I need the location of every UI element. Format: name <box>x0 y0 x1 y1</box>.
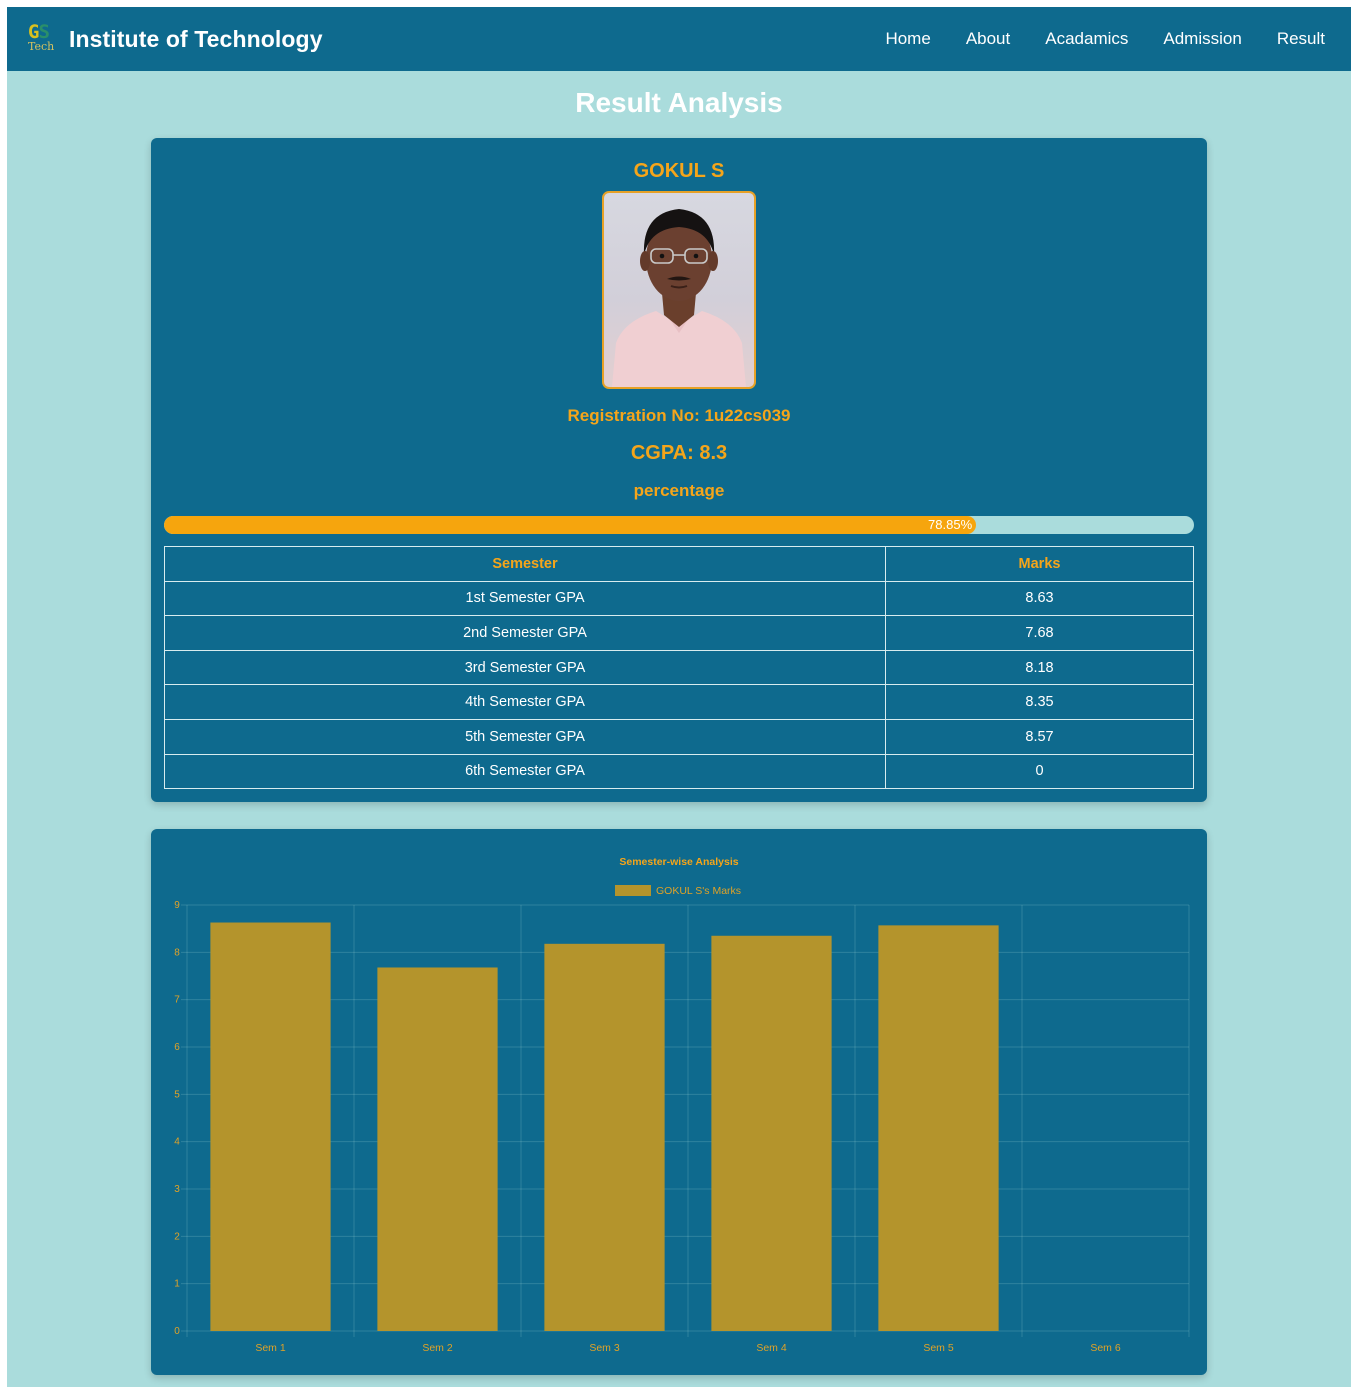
x-tick-label: Sem 6 <box>1090 1342 1121 1354</box>
cgpa-value: CGPA: 8.3 <box>630 442 728 464</box>
marks-cell: 8.18 <box>885 649 1194 686</box>
marks-cell: 0 <box>885 753 1194 790</box>
nav-link-about[interactable]: About <box>966 29 1010 49</box>
student-portrait <box>612 209 746 387</box>
student-photo <box>602 191 756 389</box>
logo-subtext: Tech <box>28 40 55 53</box>
marks-table: Semester Marks 1st Semester GPA 8.63 2nd… <box>164 546 1194 790</box>
chart-title: Semester-wise Analysis <box>619 856 738 868</box>
bar-sem-4[interactable] <box>711 935 832 1331</box>
y-tick-label: 6 <box>174 1042 180 1053</box>
y-tick-label: 7 <box>174 995 180 1006</box>
semester-cell: 3rd Semester GPA <box>164 649 886 686</box>
header-semester: Semester <box>164 546 886 582</box>
registration-number: Registration No: 1u22cs039 <box>567 406 791 425</box>
chart-bars <box>210 922 999 1331</box>
nav-link-academics[interactable]: Acadamics <box>1045 29 1128 49</box>
table-row: 5th Semester GPA 8.57 <box>164 718 1194 755</box>
y-tick-label: 2 <box>174 1231 180 1242</box>
marks-cell: 8.35 <box>885 684 1194 720</box>
header-marks: Marks <box>885 546 1194 582</box>
student-card: GOKUL S Registration No: 1u22cs039 CGPA:… <box>151 138 1207 802</box>
page: GS Tech Institute of Technology Home Abo… <box>7 7 1351 1387</box>
student-name: GOKUL S <box>633 160 725 182</box>
page-title: Result Analysis <box>575 87 783 118</box>
x-tick-label: Sem 2 <box>422 1342 453 1354</box>
marks-cell: 8.63 <box>885 580 1194 617</box>
nav-link-result[interactable]: Result <box>1277 29 1325 49</box>
y-tick-label: 5 <box>174 1089 180 1100</box>
table-row: 4th Semester GPA 8.35 <box>164 684 1194 720</box>
x-tick-label: Sem 4 <box>756 1342 787 1354</box>
navbar: GS Tech Institute of Technology Home Abo… <box>7 7 1351 71</box>
table-row: 6th Semester GPA 0 <box>164 753 1194 790</box>
chart-card: 0 1 2 3 4 5 6 7 8 9 Sem 1 Sem 2 Sem 3 Sem 4 Sem 5 Sem 6… <box>151 829 1207 1375</box>
x-tick-label: Sem 3 <box>589 1342 620 1354</box>
y-tick-label: 3 <box>174 1184 180 1195</box>
gs-tech-logo: GS Tech <box>27 22 57 56</box>
marks-cell: 8.57 <box>885 718 1194 755</box>
nav-link-admission[interactable]: Admission <box>1163 29 1241 49</box>
y-tick-label: 4 <box>174 1137 180 1148</box>
semester-cell: 1st Semester GPA <box>164 580 886 617</box>
table-row: 2nd Semester GPA 7.68 <box>164 615 1194 651</box>
brand[interactable]: GS Tech Institute of Technology <box>27 22 323 56</box>
x-tick-label: Sem 1 <box>255 1342 286 1354</box>
percentage-label: percentage <box>633 481 725 500</box>
legend-label[interactable]: GOKUL S's Marks <box>656 885 741 897</box>
semester-cell: 4th Semester GPA <box>164 684 886 720</box>
marks-cell: 7.68 <box>885 615 1194 651</box>
table-row: 3rd Semester GPA 8.18 <box>164 649 1194 686</box>
legend-swatch[interactable] <box>615 885 651 896</box>
percentage-progress-bar: 78.85% <box>164 516 1194 534</box>
semester-cell: 5th Semester GPA <box>164 718 886 755</box>
bar-sem-2[interactable] <box>377 967 498 1331</box>
nav-links: Home About Acadamics Admission Result <box>850 29 1325 49</box>
y-tick-label: 1 <box>174 1279 180 1290</box>
semester-cell: 6th Semester GPA <box>164 753 886 790</box>
brand-title[interactable]: Institute of Technology <box>69 26 323 53</box>
chart-grid <box>181 904 1190 1337</box>
table-row: 1st Semester GPA 8.63 <box>164 580 1194 617</box>
bar-sem-1[interactable] <box>210 922 331 1331</box>
semester-bar-chart: 0 1 2 3 4 5 6 7 8 9 Sem 1 Sem 2 Sem 3 Sem 4 Sem 5 Sem 6… <box>174 856 1190 1354</box>
table-header-row: Semester Marks <box>164 546 1194 582</box>
progress-fill: 78.85% <box>164 516 977 534</box>
bar-sem-5[interactable] <box>878 925 999 1331</box>
semester-cell: 2nd Semester GPA <box>164 615 886 651</box>
y-tick-label: 8 <box>174 947 180 958</box>
progress-text: 78.85% <box>928 517 973 532</box>
logo-mark: GS <box>28 21 50 43</box>
nav-link-home[interactable]: Home <box>885 29 930 49</box>
bar-sem-3[interactable] <box>544 943 665 1331</box>
x-tick-label: Sem 5 <box>923 1342 954 1354</box>
y-tick-label: 9 <box>174 900 180 911</box>
y-tick-label: 0 <box>174 1326 180 1337</box>
